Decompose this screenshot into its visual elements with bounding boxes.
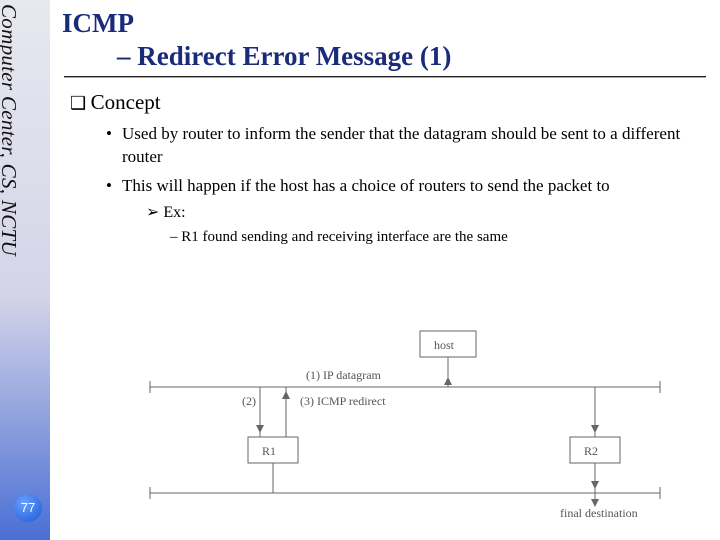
section: Concept Used by router to inform the sen… — [62, 90, 710, 248]
r2-label: R2 — [584, 444, 598, 458]
sub-bullet-2: R1 found sending and receiving interface… — [170, 227, 710, 247]
bullet-item: Used by router to inform the sender that… — [106, 123, 710, 169]
sub-bullet-1: Ex: — [146, 202, 710, 224]
bullet-list: Used by router to inform the sender that… — [106, 123, 710, 248]
arrow-1-label: (1) IP datagram — [306, 368, 382, 382]
institution-label: Computer Center, CS, NCTU — [0, 4, 21, 256]
arrow-3-label: (3) ICMP redirect — [300, 394, 386, 408]
arrow-2-label: (2) — [242, 394, 256, 408]
bullet-item: This will happen if the host has a choic… — [106, 175, 710, 248]
section-heading: Concept — [70, 90, 710, 115]
bullet-text: This will happen if the host has a choic… — [122, 176, 610, 195]
sidebar: Computer Center, CS, NCTU 77 — [0, 0, 50, 540]
r1-label: R1 — [262, 444, 276, 458]
title-underline — [64, 76, 706, 78]
host-label: host — [434, 338, 455, 352]
final-destination-label: final destination — [560, 506, 638, 520]
slide-subtitle: – Redirect Error Message (1) — [117, 41, 710, 72]
network-diagram: host R1 R2 (1) IP datagram (2) (3) ICMP … — [140, 325, 670, 525]
slide-title: ICMP — [62, 8, 710, 39]
slide-content: ICMP – Redirect Error Message (1) Concep… — [62, 8, 710, 254]
slide-number-badge: 77 — [14, 494, 42, 522]
